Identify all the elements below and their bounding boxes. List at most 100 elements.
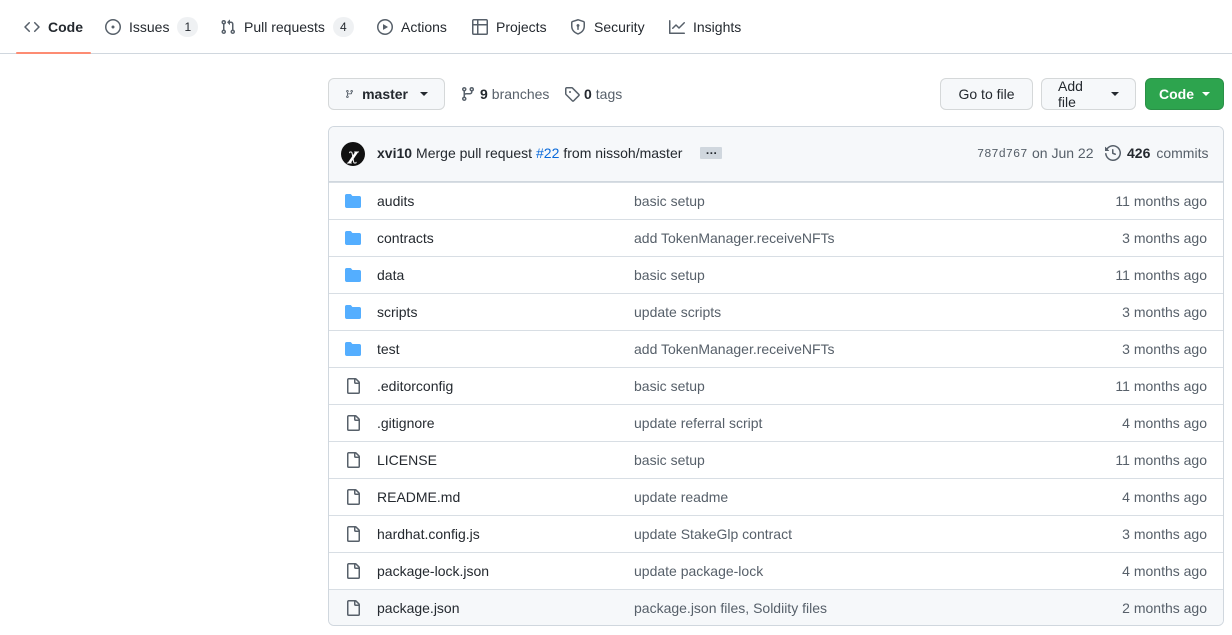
pull-request-link[interactable]: #22: [536, 145, 559, 161]
tab-insights[interactable]: Insights: [661, 0, 749, 53]
commit-date: on Jun 22: [1032, 145, 1094, 161]
file-icon: [345, 489, 361, 505]
file-commit-age: 11 months ago: [1115, 267, 1207, 283]
branch-select-button[interactable]: master: [328, 78, 445, 110]
table-row[interactable]: test add TokenManager.receiveNFTs 3 months…: [329, 330, 1223, 367]
pull-requests-counter: 4: [332, 16, 354, 37]
file-commit-message-link[interactable]: update readme: [634, 489, 728, 505]
tab-label: Insights: [693, 18, 742, 35]
table-row[interactable]: package-lock.json update package-lock 4 mo…: [329, 552, 1223, 589]
folder-icon: [345, 267, 361, 283]
file-commit-age: 11 months ago: [1115, 193, 1207, 209]
file-name-link[interactable]: README.md: [377, 489, 460, 505]
table-row[interactable]: scripts update scripts 3 months ago: [329, 293, 1223, 330]
file-commit-message-link[interactable]: basic setup: [634, 452, 705, 468]
file-icon: [345, 600, 361, 616]
file-rows: audits basic setup 11 months ago contracts a…: [329, 182, 1223, 625]
tab-pull-requests[interactable]: Pull requests 4: [212, 0, 362, 53]
table-row[interactable]: package.json package.json files, Soldiity…: [329, 589, 1223, 625]
file-commit-message-link[interactable]: add TokenManager.receiveNFTs: [634, 341, 835, 357]
file-name-link[interactable]: contracts: [377, 230, 434, 246]
file-commit-message-link[interactable]: update StakeGlp contract: [634, 526, 792, 542]
commit-message: xvi10 Merge pull request #22 from nissoh…: [377, 144, 723, 161]
table-row[interactable]: audits basic setup 11 months ago: [329, 182, 1223, 219]
git-pull-request-icon: [221, 19, 236, 34]
play-icon: [377, 18, 393, 35]
git-branch-icon: [461, 87, 474, 102]
file-commit-message-link[interactable]: add TokenManager.receiveNFTs: [634, 230, 835, 246]
file-name-link[interactable]: data: [377, 267, 404, 283]
file-name-link[interactable]: LICENSE: [377, 452, 437, 468]
table-row[interactable]: .editorconfig basic setup 11 months ago: [329, 367, 1223, 404]
tab-label: Issues: [129, 18, 170, 35]
tab-label: Security: [594, 18, 645, 35]
table-row[interactable]: README.md update readme 4 months ago: [329, 478, 1223, 515]
expand-commit-button[interactable]: …: [700, 144, 723, 159]
file-commit-message-link[interactable]: basic setup: [634, 378, 705, 394]
file-name-link[interactable]: .editorconfig: [377, 378, 453, 394]
commits-history-link[interactable]: 426 commits: [1105, 145, 1208, 161]
file-commit-message-link[interactable]: basic setup: [634, 193, 705, 209]
file-name-link[interactable]: audits: [377, 193, 414, 209]
tab-projects[interactable]: Projects: [464, 0, 555, 53]
graph-icon: [669, 19, 685, 34]
history-icon: [1105, 145, 1121, 161]
code-icon: [24, 21, 40, 32]
table-row[interactable]: hardhat.config.js update StakeGlp contrac…: [329, 515, 1223, 552]
file-name-link[interactable]: package.json: [377, 600, 460, 616]
file-commit-age: 3 months ago: [1122, 230, 1207, 246]
table-row[interactable]: LICENSE basic setup 11 months ago: [329, 441, 1223, 478]
go-to-file-button[interactable]: Go to file: [940, 78, 1033, 110]
file-commit-age: 3 months ago: [1122, 341, 1207, 357]
table-row[interactable]: .gitignore update referral script 4 months…: [329, 404, 1223, 441]
file-commit-message-link[interactable]: update referral script: [634, 415, 762, 431]
tab-actions[interactable]: Actions: [369, 0, 455, 53]
repo-tabnav: Code Issues 1 Pull requests 4 Actions Pr…: [0, 0, 1232, 54]
tags-link[interactable]: 0 tags: [564, 84, 622, 104]
tab-security[interactable]: Security: [562, 0, 653, 53]
table-row[interactable]: contracts add TokenManager.receiveNFTs 3 m…: [329, 219, 1223, 256]
file-name-link[interactable]: .gitignore: [377, 415, 435, 431]
commits-count: 426: [1127, 145, 1151, 161]
folder-icon: [345, 341, 361, 357]
file-icon: [345, 452, 361, 468]
chevron-down-icon: [1111, 92, 1119, 96]
file-name-link[interactable]: test: [377, 341, 400, 357]
git-branch-icon: [346, 90, 353, 98]
file-commit-message-link[interactable]: update package-lock: [634, 563, 763, 579]
file-name-link[interactable]: package-lock.json: [377, 563, 489, 579]
tab-label: Pull requests: [244, 18, 325, 35]
branches-link[interactable]: 9 branches: [460, 84, 549, 104]
file-name-link[interactable]: hardhat.config.js: [377, 526, 480, 542]
table-row[interactable]: data basic setup 11 months ago: [329, 256, 1223, 293]
file-commit-age: 3 months ago: [1122, 526, 1207, 542]
folder-icon: [345, 304, 361, 320]
go-to-file-label: Go to file: [958, 86, 1015, 102]
commit-author[interactable]: xvi10: [377, 145, 412, 161]
commit-message-suffix[interactable]: from nissoh/master: [563, 145, 682, 161]
tab-label: Code: [48, 18, 83, 35]
chevron-down-icon: [1202, 92, 1210, 96]
file-commit-age: 4 months ago: [1122, 489, 1207, 505]
file-commit-message-link[interactable]: basic setup: [634, 267, 705, 283]
file-commit-age: 3 months ago: [1122, 304, 1207, 320]
commit-sha[interactable]: 787d767: [977, 147, 1027, 161]
tab-issues[interactable]: Issues 1: [97, 0, 206, 53]
add-file-label: Add file: [1058, 78, 1083, 110]
file-icon: [345, 563, 361, 579]
avatar-glyph: χ: [347, 144, 359, 164]
add-file-button[interactable]: Add file: [1041, 78, 1136, 110]
file-name-link[interactable]: scripts: [377, 304, 417, 320]
code-dropdown-button[interactable]: Code: [1145, 78, 1224, 110]
tags-label: tags: [595, 86, 623, 102]
folder-icon: [345, 193, 361, 209]
table-icon: [472, 18, 488, 35]
file-listing: χ xvi10 Merge pull request #22 from niss…: [328, 126, 1224, 626]
tab-code[interactable]: Code: [16, 0, 91, 54]
latest-commit-header: χ xvi10 Merge pull request #22 from niss…: [329, 127, 1223, 182]
avatar[interactable]: χ: [341, 142, 365, 166]
file-commit-message-link[interactable]: package.json files, Soldiity files: [634, 600, 827, 616]
file-commit-message-link[interactable]: update scripts: [634, 304, 721, 320]
tag-icon: [565, 87, 580, 102]
commit-message-prefix[interactable]: Merge pull request: [416, 145, 532, 161]
